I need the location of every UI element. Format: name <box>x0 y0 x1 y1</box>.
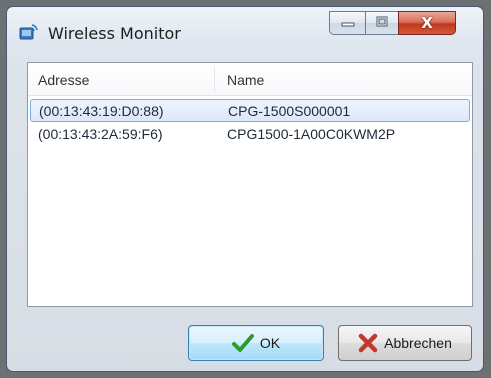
column-separator[interactable] <box>214 67 215 92</box>
row-address: (00:13:43:19:D0:88) <box>39 103 164 119</box>
wireless-monitor-app-icon <box>19 22 39 42</box>
list-row[interactable]: (00:13:43:2A:59:F6) CPG1500-1A00C0KWM2P <box>30 123 470 146</box>
ok-button-label: OK <box>259 335 281 351</box>
list-header: Adresse Name <box>28 63 472 96</box>
maximize-button[interactable] <box>365 11 398 35</box>
window-title: Wireless Monitor <box>48 24 181 43</box>
close-button[interactable]: X <box>398 11 456 35</box>
row-name: CPG1500-1A00C0KWM2P <box>227 126 396 142</box>
minimize-icon <box>341 14 355 32</box>
row-address: (00:13:43:2A:59:F6) <box>38 126 163 142</box>
column-header-address[interactable]: Adresse <box>38 72 89 88</box>
window-controls: X <box>329 11 477 37</box>
row-name: CPG-1500S000001 <box>228 103 351 119</box>
cancel-button-label: Abbrechen <box>384 335 452 351</box>
ok-button[interactable]: OK <box>188 325 324 361</box>
minimize-button[interactable] <box>329 11 365 35</box>
title-bar[interactable]: Wireless Monitor X <box>7 7 483 51</box>
maximize-icon <box>376 14 388 32</box>
close-icon: X <box>421 14 433 32</box>
cancel-button[interactable]: Abbrechen <box>338 325 472 361</box>
device-list[interactable]: Adresse Name (00:13:43:19:D0:88) CPG-150… <box>27 62 473 307</box>
red-x-icon <box>358 333 378 353</box>
dialog-window: Wireless Monitor X Adresse Name (00:13:4… <box>6 6 484 372</box>
list-row[interactable]: (00:13:43:19:D0:88) CPG-1500S000001 <box>30 99 470 122</box>
column-header-name[interactable]: Name <box>227 72 264 88</box>
checkmark-icon <box>231 333 254 353</box>
